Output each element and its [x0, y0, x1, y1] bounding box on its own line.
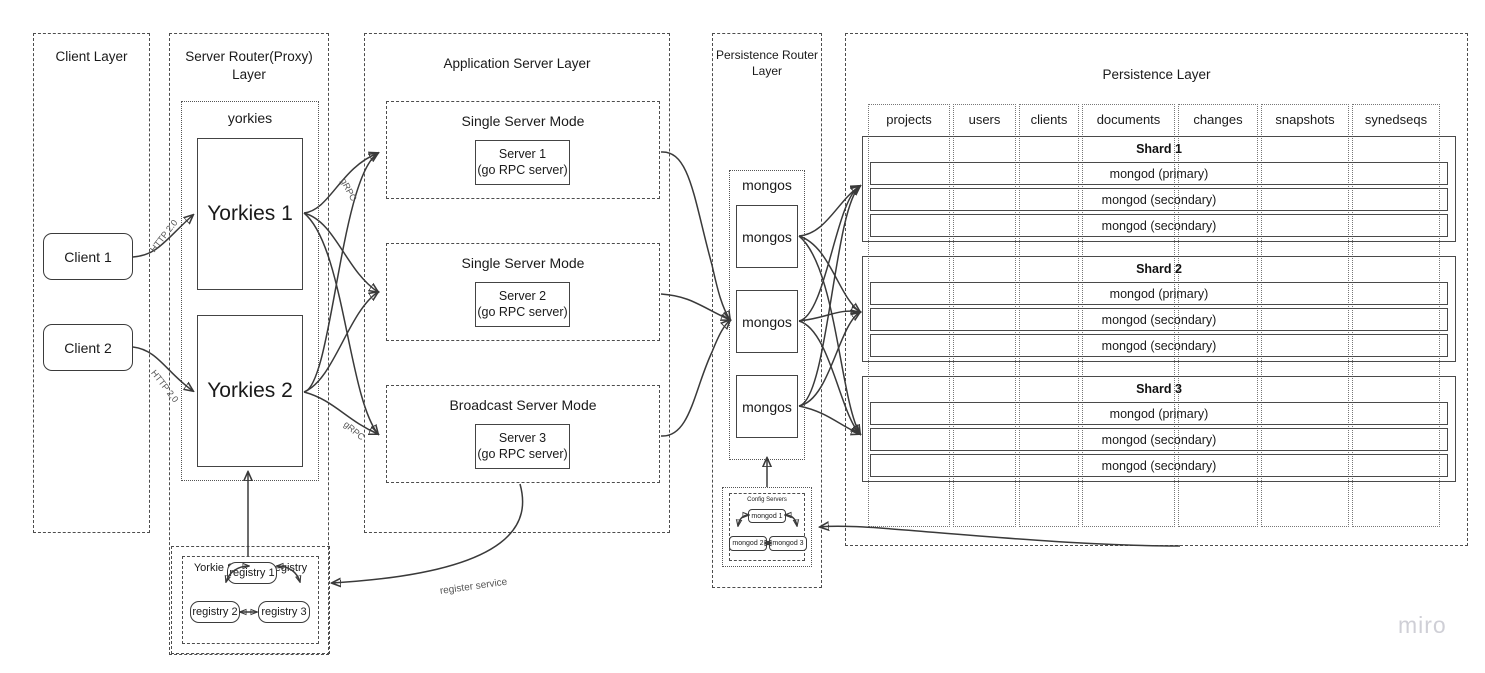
- config-mongod-node-2[interactable]: mongod 2: [729, 536, 767, 551]
- registry-node-1-label: registry 1: [229, 567, 275, 579]
- shard-1-member-1[interactable]: mongod (primary): [870, 162, 1448, 185]
- layer-title-application-server-layer: Application Server Layer: [443, 56, 591, 71]
- mongos-node-3[interactable]: mongos: [736, 375, 798, 438]
- registry-node-1[interactable]: registry 1: [227, 562, 277, 584]
- server-mode-3-title: Broadcast Server Mode: [449, 397, 597, 413]
- shard-2-member-3[interactable]: mongod (secondary): [870, 334, 1448, 357]
- layer-title-client-layer: Client Layer: [55, 49, 128, 64]
- config-servers-title: Config Servers: [747, 497, 787, 503]
- shard-2-member-2[interactable]: mongod (secondary): [870, 308, 1448, 331]
- edge-label-register-service: register service: [439, 576, 508, 597]
- mongos-node-3-label: mongos: [742, 398, 792, 415]
- shard-2-member-1[interactable]: mongod (primary): [870, 282, 1448, 305]
- shard-3-member-3[interactable]: mongod (secondary): [870, 454, 1448, 477]
- shard-title-3: Shard 3: [1136, 382, 1182, 396]
- yorkies-group-label: yorkies: [227, 110, 273, 126]
- collection-column-label-documents: documents: [1096, 112, 1161, 127]
- edge-label-grpc-1: gRPC: [338, 176, 359, 203]
- collection-column-label-clients: clients: [1030, 112, 1068, 127]
- mongos-node-2-label: mongos: [742, 313, 792, 330]
- app-server-node-1-label: Server 1: [498, 146, 547, 161]
- config-mongod-node-2-label: mongod 2: [732, 540, 764, 547]
- server-mode-1-title: Single Server Mode: [461, 113, 585, 129]
- registry-node-2-label: registry 2: [192, 606, 238, 618]
- config-mongod-node-1[interactable]: mongod 1: [748, 509, 786, 523]
- client-node-1-label: Client 1: [64, 248, 112, 265]
- client-node-2[interactable]: Client 2: [43, 324, 133, 371]
- shard-1-member-2[interactable]: mongod (secondary): [870, 188, 1448, 211]
- app-server-node-1[interactable]: Server 1 (go RPC server): [475, 140, 570, 185]
- layer-title-persistence-layer: Persistence Layer: [1102, 67, 1211, 82]
- shard-3-member-2[interactable]: mongod (secondary): [870, 428, 1448, 451]
- app-server-node-3[interactable]: Server 3 (go RPC server): [475, 424, 570, 469]
- layer-title-server-router-layer: Server Router(Proxy) Layer: [185, 49, 313, 83]
- collection-column-label-changes: changes: [1193, 112, 1243, 127]
- architecture-diagram: Client Layer Server Router(Proxy) Layer …: [0, 0, 1485, 673]
- mongos-group-label: mongos: [742, 177, 792, 193]
- shard-title-1: Shard 1: [1136, 142, 1182, 156]
- server-mode-2-title: Single Server Mode: [461, 255, 585, 271]
- config-mongod-node-3-label: mongod 3: [772, 540, 804, 547]
- app-server-node-3-label: Server 3: [498, 430, 547, 445]
- miro-watermark: miro: [1398, 612, 1447, 638]
- app-server-node-3-detail: (go RPC server): [477, 446, 568, 461]
- collection-column-label-snapshots: snapshots: [1275, 112, 1335, 127]
- client-node-1[interactable]: Client 1: [43, 233, 133, 280]
- yorkies-node-2-label: Yorkies 2: [207, 379, 293, 402]
- shard-3-member-1[interactable]: mongod (primary): [870, 402, 1448, 425]
- edge-label-grpc-2: gRPC: [341, 419, 367, 443]
- shard-title-2: Shard 2: [1136, 262, 1182, 276]
- layer-title-persistence-router-layer: Persistence Router Layer: [715, 48, 819, 79]
- mongos-node-1-label: mongos: [742, 228, 792, 245]
- layer-client-layer: Client Layer: [33, 33, 150, 533]
- registry-node-2[interactable]: registry 2: [190, 601, 240, 623]
- app-server-node-1-detail: (go RPC server): [477, 162, 568, 177]
- app-server-node-2[interactable]: Server 2 (go RPC server): [475, 282, 570, 327]
- collection-column-label-projects: projects: [886, 112, 932, 127]
- collection-column-label-synedseqs: synedseqs: [1364, 112, 1428, 127]
- mongos-node-2[interactable]: mongos: [736, 290, 798, 353]
- collection-column-label-users: users: [968, 112, 1001, 127]
- yorkies-node-2[interactable]: Yorkies 2: [197, 315, 303, 467]
- yorkies-node-1-label: Yorkies 1: [207, 202, 293, 225]
- app-server-node-2-detail: (go RPC server): [477, 304, 568, 319]
- app-server-node-2-label: Server 2: [498, 288, 547, 303]
- yorkies-node-1[interactable]: Yorkies 1: [197, 138, 303, 290]
- config-mongod-node-1-label: mongod 1: [751, 512, 783, 520]
- registry-node-3[interactable]: registry 3: [258, 601, 310, 623]
- mongos-node-1[interactable]: mongos: [736, 205, 798, 268]
- config-mongod-node-3[interactable]: mongod 3: [769, 536, 807, 551]
- registry-node-3-label: registry 3: [261, 606, 307, 618]
- client-node-2-label: Client 2: [64, 339, 112, 356]
- shard-1-member-3[interactable]: mongod (secondary): [870, 214, 1448, 237]
